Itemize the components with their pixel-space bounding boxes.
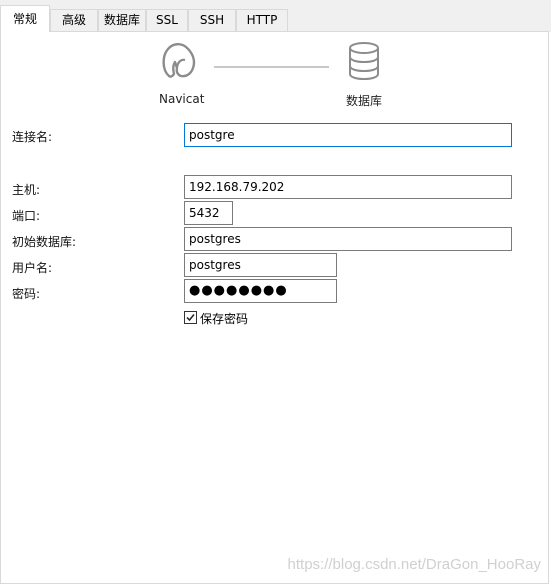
username-input[interactable]: postgres [184,253,337,277]
navicat-logo-icon [162,43,196,78]
port-input[interactable]: 5432 [184,201,233,225]
tab-advanced[interactable]: 高级 [50,9,98,31]
checkmark-icon [186,314,195,322]
tab-database[interactable]: 数据库 [98,9,146,31]
save-password-label[interactable]: 保存密码 [200,310,248,327]
tab-ssh[interactable]: SSH [188,9,236,31]
username-label: 用户名: [12,261,53,275]
password-input[interactable]: ●●●●●●●● [184,279,337,303]
port-label: 端口: [12,209,41,223]
connection-name-input[interactable]: postgre [184,123,512,147]
tab-ssl[interactable]: SSL [146,9,188,31]
save-password-checkbox[interactable] [184,311,197,324]
initial-database-label: 初始数据库: [12,235,77,249]
tab-general[interactable]: 常规 [0,5,50,32]
navicat-label: Navicat [159,92,205,106]
tab-bar: 常规 高级 数据库 SSL SSH HTTP [0,0,551,32]
password-label: 密码: [12,287,41,301]
connection-name-label: 连接名: [12,130,53,144]
tab-http[interactable]: HTTP [236,9,288,31]
watermark-text: https://blog.csdn.net/DraGon_HooRay [287,556,541,573]
general-tab-panel [0,31,549,584]
database-label: 数据库 [346,94,383,108]
initial-database-input[interactable]: postgres [184,227,512,251]
host-input[interactable]: 192.168.79.202 [184,175,512,199]
database-icon [349,42,379,81]
connection-line [214,66,329,68]
host-label: 主机: [12,183,41,197]
